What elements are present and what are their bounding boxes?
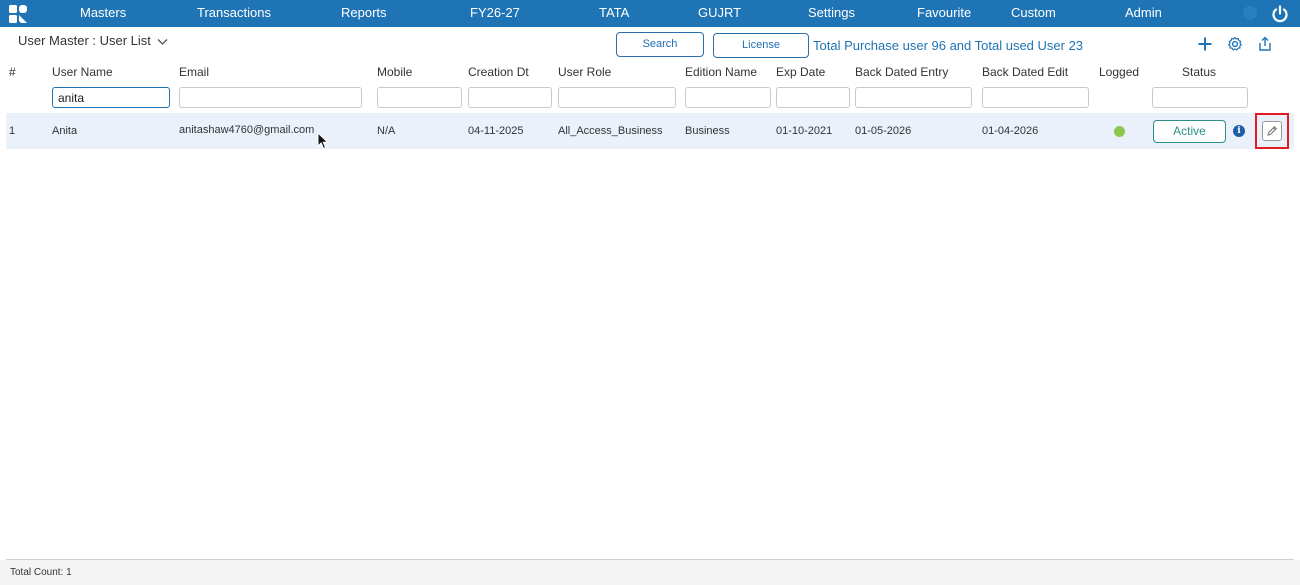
row-edition-name: Business <box>685 125 730 137</box>
column-header-user-role[interactable]: User Role <box>558 65 611 79</box>
row-creation-dt: 04-11-2025 <box>468 125 524 137</box>
nav-masters[interactable]: Masters <box>80 5 126 20</box>
nav-custom[interactable]: Custom <box>1011 5 1056 20</box>
exp-date-filter-input[interactable] <box>776 87 850 108</box>
edit-user-button[interactable] <box>1262 121 1282 141</box>
license-button[interactable]: License <box>713 33 809 58</box>
app-logo-icon[interactable] <box>8 4 28 24</box>
nav-transactions[interactable]: Transactions <box>197 5 271 20</box>
gear-icon[interactable] <box>1227 36 1243 52</box>
total-count: Total Count: 1 <box>10 567 72 578</box>
notification-icon[interactable] <box>1243 6 1257 20</box>
back-dated-entry-filter-input[interactable] <box>855 87 972 108</box>
info-icon[interactable]: i <box>1233 125 1245 137</box>
column-header-edition-name[interactable]: Edition Name <box>685 65 757 79</box>
row-exp-date: 01-10-2021 <box>776 125 833 137</box>
nav-branch-gujrt[interactable]: GUJRT <box>698 5 741 20</box>
search-button[interactable]: Search <box>616 32 704 57</box>
row-back-dated-edit: 01-04-2026 <box>982 125 1039 137</box>
nav-admin[interactable]: Admin <box>1125 5 1162 20</box>
nav-reports[interactable]: Reports <box>341 5 387 20</box>
status-active-button[interactable]: Active <box>1153 120 1226 143</box>
column-header-back-dated-edit[interactable]: Back Dated Edit <box>982 65 1068 79</box>
user-role-filter-input[interactable] <box>558 87 676 108</box>
license-summary: Total Purchase user 96 and Total used Us… <box>813 38 1084 53</box>
nav-settings[interactable]: Settings <box>808 5 855 20</box>
back-dated-edit-filter-input[interactable] <box>982 87 1089 108</box>
row-user-role: All_Access_Business <box>558 125 663 137</box>
edition-name-filter-input[interactable] <box>685 87 771 108</box>
creation-dt-filter-input[interactable] <box>468 87 552 108</box>
row-back-dated-entry: 01-05-2026 <box>855 125 912 137</box>
column-header-email[interactable]: Email <box>179 65 209 79</box>
chevron-down-icon <box>157 38 168 45</box>
row-email: anitashaw4760@gmail.com <box>179 124 315 136</box>
row-mobile: N/A <box>377 125 396 137</box>
mouse-cursor-icon <box>317 132 329 150</box>
user-name-filter-input[interactable] <box>52 87 170 108</box>
nav-financial-year[interactable]: FY26-27 <box>470 5 520 20</box>
nav-favourite[interactable]: Favourite <box>917 5 971 20</box>
column-header-exp-date[interactable]: Exp Date <box>776 65 825 79</box>
mobile-filter-input[interactable] <box>377 87 462 108</box>
nav-company-tata[interactable]: TATA <box>599 5 629 20</box>
column-header-creation-dt[interactable]: Creation Dt <box>468 65 529 79</box>
column-header-user-name[interactable]: User Name <box>52 65 113 79</box>
share-export-icon[interactable] <box>1257 36 1273 52</box>
row-user-name: Anita <box>52 125 78 137</box>
column-header-mobile[interactable]: Mobile <box>377 65 412 79</box>
status-filter-input[interactable] <box>1152 87 1248 108</box>
column-header-logged[interactable]: Logged <box>1099 65 1139 79</box>
pencil-edit-icon <box>1267 126 1277 136</box>
column-header-index: # <box>9 65 16 79</box>
page-title-dropdown[interactable]: User Master : User List <box>18 33 168 48</box>
email-filter-input[interactable] <box>179 87 362 108</box>
logged-status-indicator <box>1114 126 1125 137</box>
power-icon[interactable] <box>1270 4 1290 24</box>
column-header-back-dated-entry[interactable]: Back Dated Entry <box>855 65 948 79</box>
row-index: 1 <box>9 125 16 137</box>
column-header-status[interactable]: Status <box>1182 65 1216 79</box>
top-nav-bar: Masters Transactions Reports FY26-27 TAT… <box>0 0 1300 27</box>
page-title: User Master : User List <box>18 33 151 48</box>
plus-icon[interactable] <box>1197 36 1213 52</box>
status-bar <box>0 560 1300 585</box>
